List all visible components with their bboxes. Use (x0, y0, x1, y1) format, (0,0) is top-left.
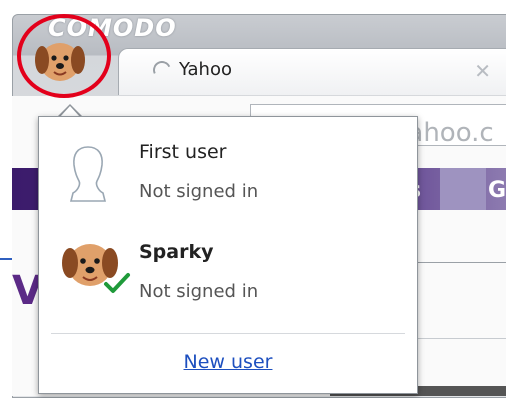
tab-title: Yahoo (179, 59, 232, 80)
tab-yahoo[interactable]: Yahoo ✕ (118, 48, 506, 95)
divider (0, 258, 12, 260)
profile-name: Sparky (139, 241, 214, 263)
menu-divider (51, 333, 405, 334)
profile-menu: First user Not signed in Sparky Not sign… (38, 116, 418, 394)
silhouette-icon (69, 146, 107, 202)
loading-spinner-icon (150, 58, 174, 82)
new-user-link[interactable]: New user (39, 351, 417, 373)
check-icon (104, 273, 130, 293)
profile-status: Not signed in (139, 181, 259, 202)
highlight-ring (17, 14, 111, 98)
close-icon[interactable]: ✕ (474, 59, 491, 83)
profile-name: First user (139, 141, 227, 163)
profile-status: Not signed in (139, 281, 259, 302)
divider (412, 338, 506, 339)
profile-item-first-user[interactable]: First user Not signed in (39, 135, 417, 225)
divider (412, 262, 506, 263)
nav-letter: G (488, 178, 506, 203)
profile-item-sparky[interactable]: Sparky Not signed in (39, 235, 417, 325)
nav-highlight (440, 168, 486, 210)
